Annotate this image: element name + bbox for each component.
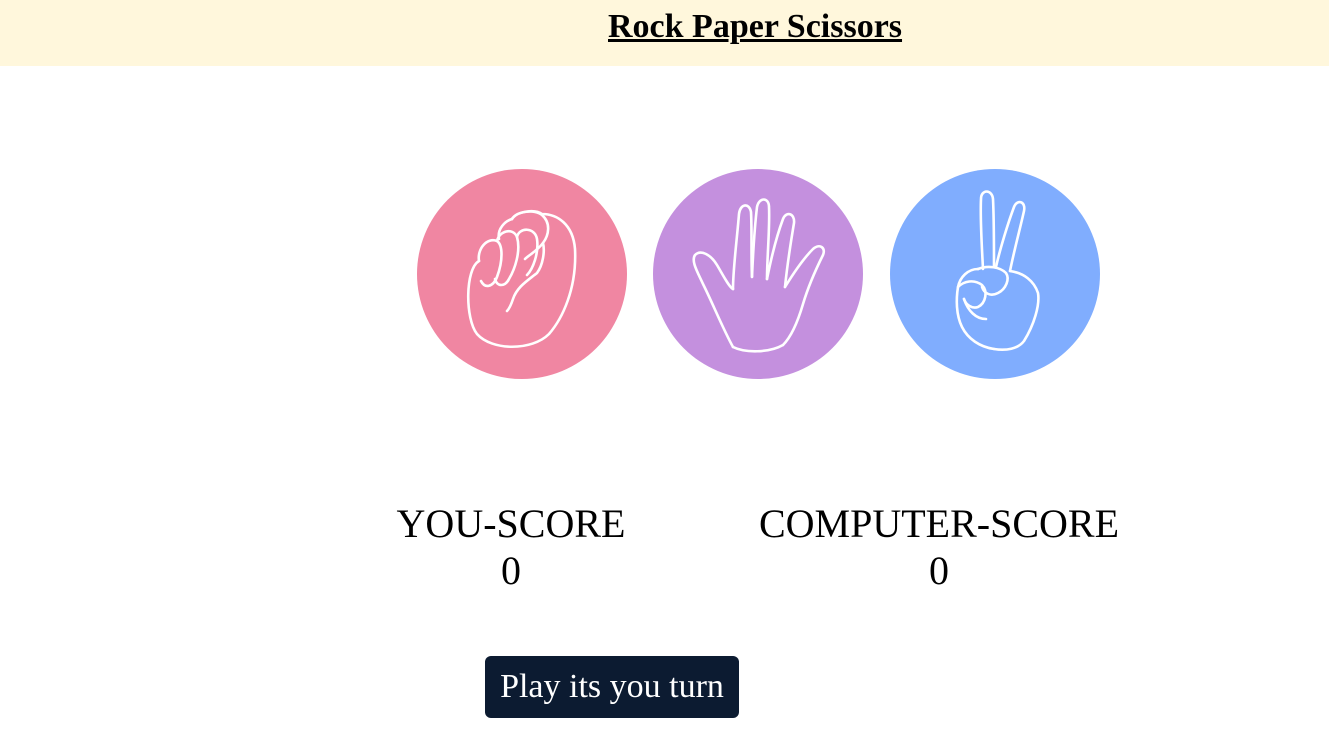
scissors-choice-button[interactable] xyxy=(890,169,1100,379)
computer-score-value: 0 xyxy=(929,548,949,593)
open-hand-icon xyxy=(653,169,863,379)
you-score-value: 0 xyxy=(501,548,521,593)
paper-choice-button[interactable] xyxy=(653,169,863,379)
peace-sign-hand-icon xyxy=(890,169,1100,379)
fist-icon xyxy=(417,169,627,379)
header-bar: Rock Paper Scissors xyxy=(0,0,1329,66)
computer-score-label: COMPUTER-SCORE xyxy=(758,501,1120,546)
you-score-panel: YOU-SCORE 0 xyxy=(394,500,628,594)
rock-choice-button[interactable] xyxy=(417,169,627,379)
play-button[interactable]: Play its you turn xyxy=(485,656,739,718)
you-score-label: YOU-SCORE xyxy=(396,501,626,546)
page-title: Rock Paper Scissors xyxy=(608,8,903,45)
computer-score-panel: COMPUTER-SCORE 0 xyxy=(755,500,1123,594)
